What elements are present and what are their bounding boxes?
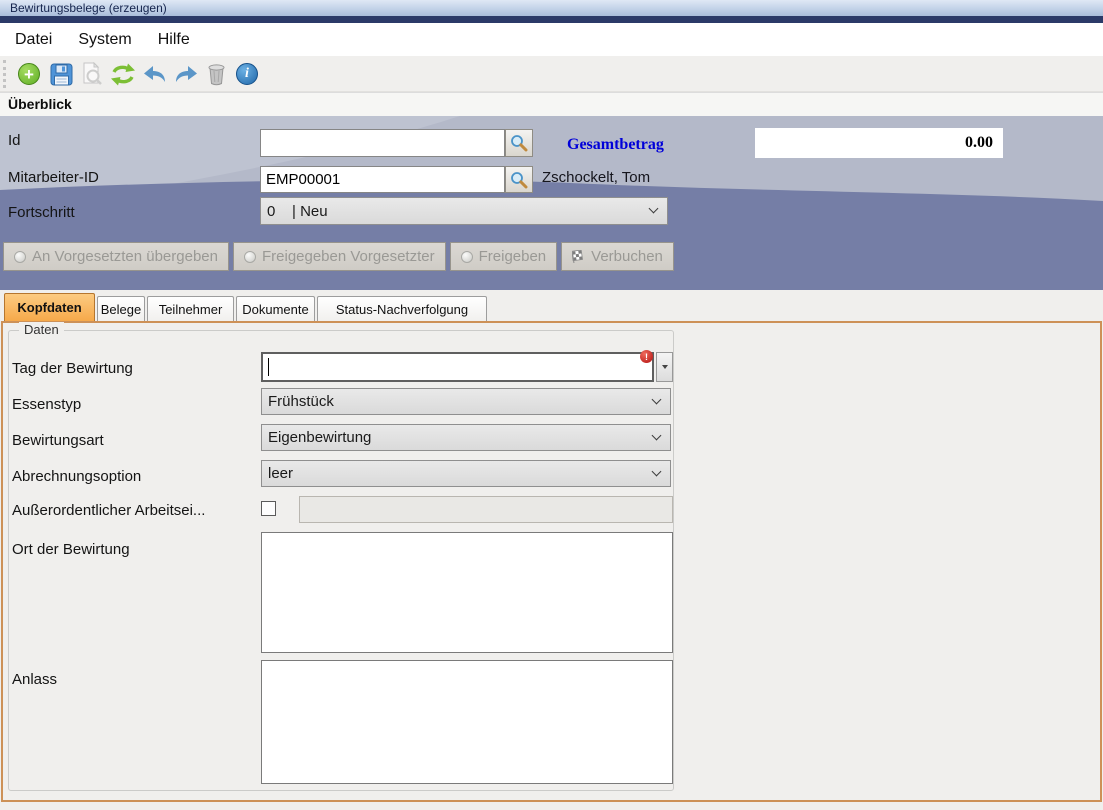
save-icon [50, 63, 73, 86]
mitarbeiter-name-text: Zschockelt, Tom [542, 169, 650, 186]
gesamtbetrag-label: Gesamtbetrag [567, 136, 664, 154]
essenstyp-select[interactable]: Frühstück [261, 388, 671, 415]
bewirtungsart-value: Eigenbewirtung [268, 429, 371, 446]
window-title: Bewirtungsbelege (erzeugen) [10, 1, 167, 15]
status-circle-icon [244, 251, 256, 263]
refresh-button[interactable] [109, 60, 137, 88]
abrechnungsoption-select[interactable]: leer [261, 460, 671, 487]
chevron-down-icon [649, 204, 659, 214]
menu-bar: Datei System Hilfe [0, 23, 1103, 56]
tab-label: Teilnehmer [159, 302, 223, 317]
tab-kopfdaten[interactable]: Kopfdaten [4, 293, 95, 321]
refresh-icon [110, 63, 136, 86]
tab-strip: Kopfdaten Belege Teilnehmer Dokumente St… [0, 290, 1103, 321]
info-icon: i [236, 63, 258, 85]
tab-dokumente[interactable]: Dokumente [236, 296, 315, 321]
workflow-actions: An Vorgesetzten übergeben Freigegeben Vo… [3, 242, 674, 271]
text-caret [268, 358, 269, 376]
freigeben-button[interactable]: Freigeben [450, 242, 558, 271]
anlass-label: Anlass [12, 671, 57, 688]
freigegeben-button-label: Freigegeben Vorgesetzter [262, 248, 435, 265]
delete-button[interactable] [202, 60, 230, 88]
chevron-down-icon [652, 430, 662, 440]
chevron-down-icon [652, 466, 662, 476]
freigeben-button-label: Freigeben [479, 248, 547, 265]
undo-icon [143, 65, 167, 83]
tab-teilnehmer[interactable]: Teilnehmer [147, 296, 234, 321]
ort-der-bewirtung-label: Ort der Bewirtung [12, 541, 130, 558]
toolbar-drag-grip[interactable] [3, 60, 6, 88]
abrechnungsoption-label: Abrechnungsoption [12, 468, 141, 485]
validation-error-icon: ! [640, 350, 653, 363]
trash-icon [206, 63, 227, 86]
add-icon: + [18, 63, 40, 85]
tab-status-nachverfolgung[interactable]: Status-Nachverfolgung [317, 296, 487, 321]
tab-label: Dokumente [242, 302, 308, 317]
chevron-down-icon [662, 365, 668, 369]
title-bar[interactable]: Bewirtungsbelege (erzeugen) [0, 0, 1103, 16]
tag-der-bewirtung-dropdown-button[interactable] [656, 352, 673, 382]
magnifier-icon [510, 134, 528, 152]
bewirtungsart-select[interactable]: Eigenbewirtung [261, 424, 671, 451]
save-button[interactable] [47, 60, 75, 88]
mitarbeiter-id-label: Mitarbeiter-ID [8, 169, 99, 186]
anlass-textarea[interactable] [261, 660, 673, 784]
redo-icon [174, 65, 198, 83]
daten-groupbox-title: Daten [19, 322, 64, 337]
menu-item-system[interactable]: System [65, 27, 144, 53]
tab-label: Kopfdaten [17, 300, 81, 315]
print-preview-icon [80, 62, 104, 86]
redo-button[interactable] [172, 60, 200, 88]
tag-der-bewirtung-label: Tag der Bewirtung [12, 360, 133, 377]
ort-der-bewirtung-textarea[interactable] [261, 532, 673, 653]
chevron-down-icon [652, 394, 662, 404]
app-window: Bewirtungsbelege (erzeugen) Datei System… [0, 0, 1103, 810]
toolbar: + [0, 56, 1103, 92]
mitarbeiter-id-input[interactable] [260, 166, 505, 193]
overview-title: Überblick [8, 96, 72, 112]
uebergeben-button-label: An Vorgesetzten übergeben [32, 248, 218, 265]
id-label: Id [8, 132, 21, 149]
undo-button[interactable] [141, 60, 169, 88]
overview-section-header: Überblick [0, 92, 1103, 116]
info-button[interactable]: i [233, 60, 261, 88]
arbeitsessen-label: Außerordentlicher Arbeitsei... [12, 502, 205, 519]
uebergeben-button[interactable]: An Vorgesetzten übergeben [3, 242, 229, 271]
essenstyp-value: Frühstück [268, 393, 334, 410]
tab-belege[interactable]: Belege [97, 296, 145, 321]
bewirtungsart-label: Bewirtungsart [12, 432, 104, 449]
menu-item-datei[interactable]: Datei [2, 27, 65, 53]
id-lookup-button[interactable] [505, 129, 533, 157]
verbuchen-button[interactable]: Verbuchen [561, 242, 674, 271]
tab-label: Belege [101, 302, 141, 317]
fortschritt-value: 0 | Neu [267, 203, 328, 220]
mitarbeiter-lookup-button[interactable] [505, 166, 533, 193]
abrechnungsoption-value: leer [268, 465, 293, 482]
print-preview-button[interactable] [78, 60, 106, 88]
menu-item-hilfe[interactable]: Hilfe [145, 27, 203, 53]
status-circle-icon [461, 251, 473, 263]
status-circle-icon [14, 251, 26, 263]
essenstyp-label: Essenstyp [12, 396, 81, 413]
id-input[interactable] [260, 129, 505, 157]
arbeitsessen-input [299, 496, 673, 523]
tab-label: Status-Nachverfolgung [336, 302, 468, 317]
gesamtbetrag-value: 0.00 [755, 128, 1003, 158]
title-bar-accent-band [0, 16, 1103, 23]
tag-der-bewirtung-input[interactable] [261, 352, 654, 382]
add-button[interactable]: + [15, 60, 43, 88]
arbeitsessen-checkbox[interactable] [261, 501, 276, 516]
checkered-flag-icon [572, 250, 585, 263]
overview-section: Id Gesamtbetrag 0.00 Mitarbeiter-ID Zsch… [0, 116, 1103, 290]
fortschritt-select[interactable]: 0 | Neu [260, 197, 668, 225]
magnifier-icon [510, 171, 528, 189]
verbuchen-button-label: Verbuchen [591, 248, 663, 265]
freigegeben-vorgesetzter-button[interactable]: Freigegeben Vorgesetzter [233, 242, 446, 271]
fortschritt-label: Fortschritt [8, 204, 75, 221]
